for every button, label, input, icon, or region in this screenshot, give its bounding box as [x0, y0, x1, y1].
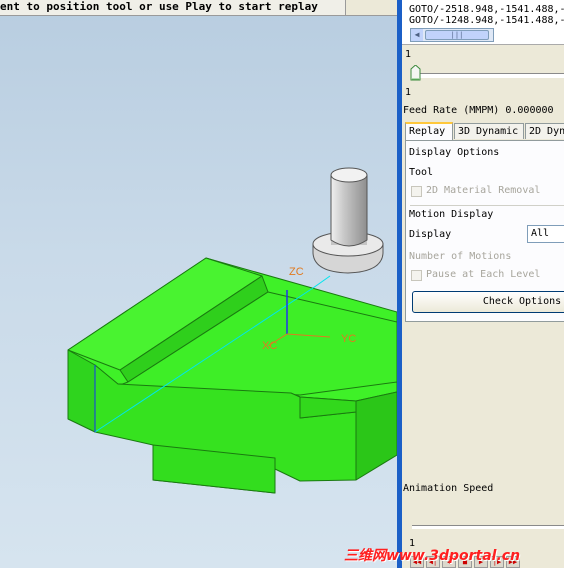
tool-path-visualization-panel: GOTO/-2518.948,-1541.488,- GOTO/-1248.94…	[402, 0, 564, 568]
watermark: 三维网www.3dportal.cn	[344, 548, 521, 564]
cls-line: GOTO/-1248.948,-1541.488,-	[409, 15, 564, 26]
scroll-left-icon[interactable]: ◀	[411, 29, 423, 41]
cue-text: ent to position tool or use Play to star…	[0, 0, 318, 13]
axis-label-xc: XC	[262, 340, 277, 352]
animation-speed-slider[interactable]	[412, 525, 564, 529]
horizontal-scrollbar[interactable]: ◀ |||	[410, 28, 494, 42]
axis-label-yc: YC	[341, 333, 356, 345]
tab-replay[interactable]: Replay	[405, 122, 453, 140]
animation-speed-label: Animation Speed	[403, 483, 494, 494]
check-options-button[interactable]: Check Options	[412, 291, 564, 313]
replay-tab-body: Display Options Tool 2D Material Removal…	[405, 140, 564, 322]
tab-3d-dynamic[interactable]: 3D Dynamic	[454, 123, 524, 139]
display-select[interactable]: All	[527, 225, 564, 243]
feed-rate-label: Feed Rate (MMPM)	[403, 105, 500, 116]
display-options-header: Display Options	[409, 147, 500, 158]
motion-display-header: Motion Display	[409, 209, 494, 220]
material-removal-label: 2D Material Removal	[426, 185, 541, 196]
pause-each-level-checkbox[interactable]	[411, 270, 422, 281]
cls-listing[interactable]: GOTO/-2518.948,-1541.488,- GOTO/-1248.94…	[402, 0, 564, 45]
step-slider-min: 1	[405, 87, 412, 98]
cls-line: GOTO/-2518.948,-1541.488,-	[409, 4, 564, 15]
pause-each-level-label: Pause at Each Level	[426, 269, 541, 280]
status-line	[346, 0, 397, 16]
feed-rate-readout: Feed Rate (MMPM) 0.000000	[403, 105, 554, 116]
cutting-tool	[312, 167, 384, 274]
step-slider-max: 1	[405, 49, 412, 60]
workpiece	[67, 257, 397, 494]
3d-scene: ZC YC XC	[67, 167, 397, 494]
material-removal-checkbox[interactable]	[411, 186, 422, 197]
scroll-thumb[interactable]: |||	[425, 30, 489, 40]
feed-rate-value: 0.000000	[505, 105, 554, 116]
axis-label-zc: ZC	[289, 266, 304, 278]
step-slider-track[interactable]	[416, 73, 564, 78]
tab-strip: Replay 3D Dynamic 2D Dyn	[405, 122, 564, 140]
graphics-viewport[interactable]: ZC YC XC	[0, 0, 397, 568]
cue-line: ent to position tool or use Play to star…	[0, 0, 346, 16]
number-of-motions-label: Number of Motions	[409, 251, 512, 262]
separator	[410, 205, 564, 206]
step-slider-thumb[interactable]	[410, 65, 421, 81]
display-label: Display	[409, 229, 452, 240]
tab-2d-dynamic[interactable]: 2D Dyn	[525, 123, 564, 139]
tool-label: Tool	[409, 167, 434, 178]
